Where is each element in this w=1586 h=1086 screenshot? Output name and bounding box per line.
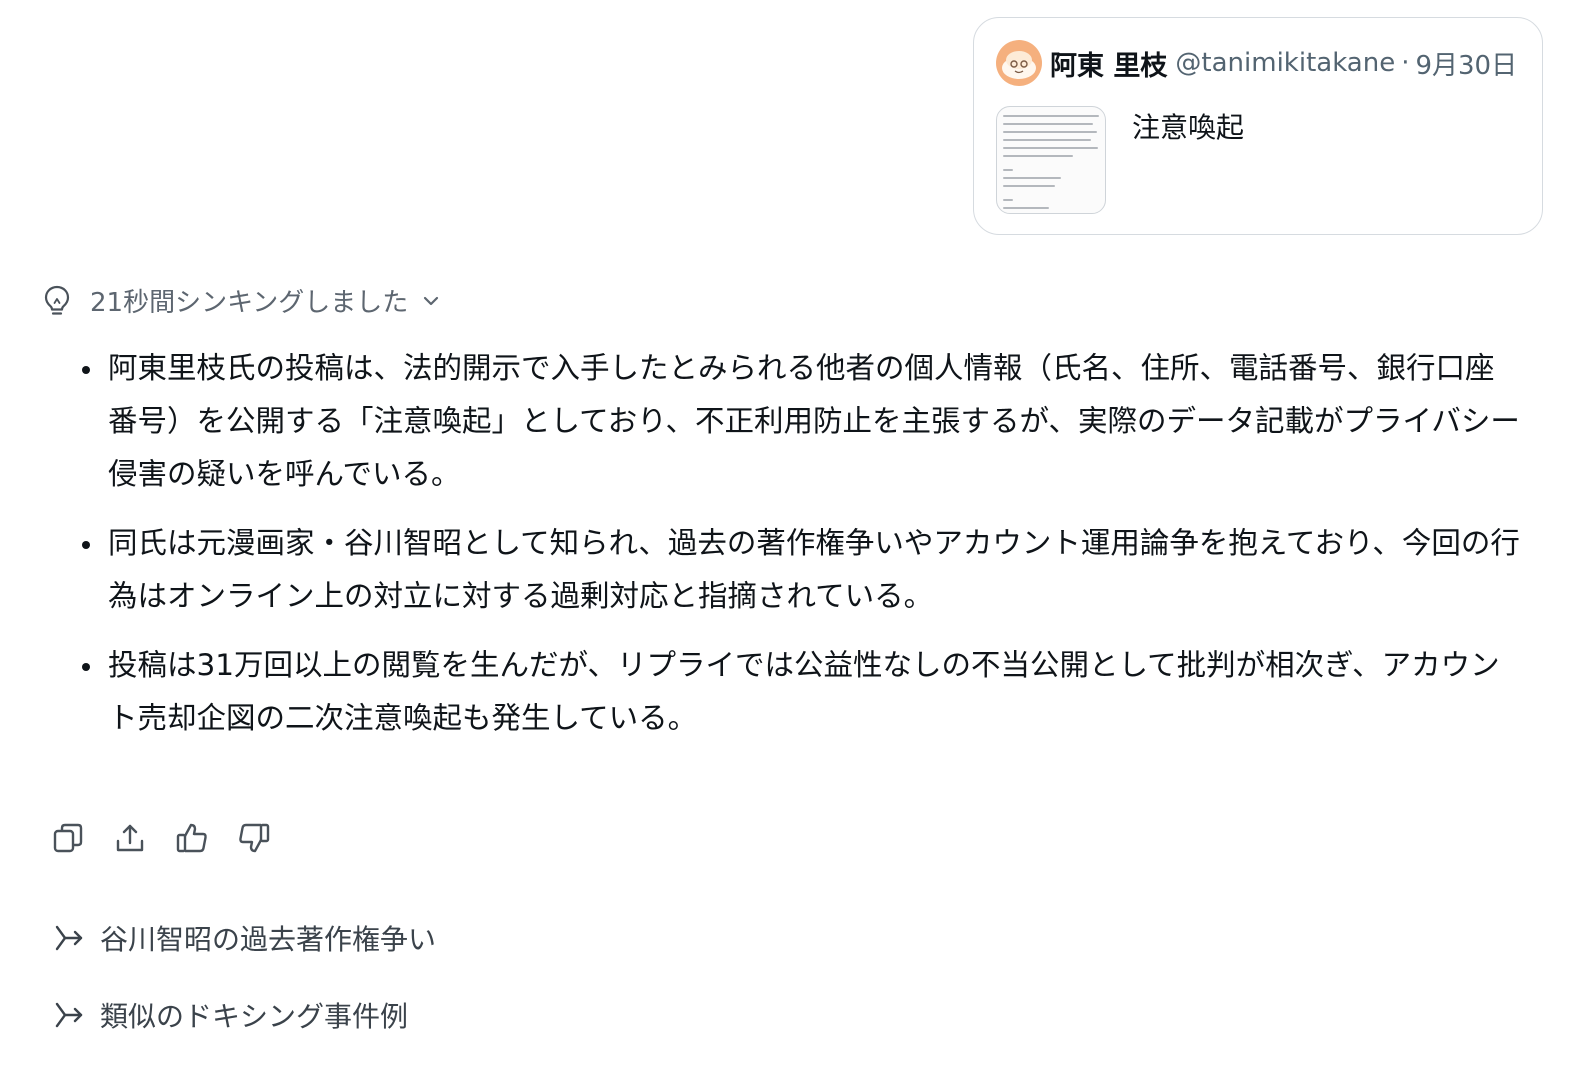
- page: 阿東 里枝 @tanimikitakane · 9月30日 注意喚起 21秒間シ…: [0, 0, 1586, 1086]
- embedded-post-card[interactable]: 阿東 里枝 @tanimikitakane · 9月30日 注意喚起: [973, 17, 1543, 235]
- copy-button[interactable]: [50, 820, 86, 856]
- author-handle[interactable]: @tanimikitakane: [1175, 48, 1395, 78]
- summary-item: 投稿は31万回以上の閲覧を生んだが、リプライでは公益性なしの不当公開として批判が…: [80, 639, 1520, 745]
- thumbs-down-icon: [239, 823, 270, 853]
- suggestion-text: 谷川智昭の過去著作権争い: [100, 923, 437, 956]
- share-button[interactable]: [112, 820, 148, 856]
- lightbulb-icon: [44, 285, 70, 315]
- follow-up-arrow-icon: [55, 1002, 83, 1028]
- summary-item: 同氏は元漫画家・谷川智昭として知られ、過去の著作権争いやアカウント運用論争を抱え…: [80, 517, 1520, 623]
- author-avatar[interactable]: [996, 40, 1042, 86]
- share-icon: [116, 824, 144, 852]
- follow-up-suggestion[interactable]: 類似のドキシング事件例: [52, 995, 408, 1035]
- dislike-button[interactable]: [236, 820, 272, 856]
- post-image-thumbnail[interactable]: [996, 106, 1106, 214]
- chevron-down-icon: [424, 296, 439, 305]
- thinking-toggle[interactable]: 21秒間シンキングしました: [42, 282, 442, 319]
- thumbs-up-icon: [176, 823, 207, 853]
- like-button[interactable]: [174, 820, 210, 856]
- follow-up-arrow-icon: [55, 925, 83, 951]
- response-actions: [50, 820, 272, 856]
- summary-list: 阿東里枝氏の投稿は、法的開示で入手したとみられる他者の個人情報（氏名、住所、電話…: [80, 342, 1520, 761]
- follow-up-suggestion[interactable]: 谷川智昭の過去著作権争い: [52, 918, 436, 958]
- post-date[interactable]: 9月30日: [1415, 45, 1517, 82]
- thinking-label: 21秒間シンキングしました: [90, 288, 409, 318]
- copy-icon: [53, 823, 83, 853]
- summary-item: 阿東里枝氏の投稿は、法的開示で入手したとみられる他者の個人情報（氏名、住所、電話…: [80, 342, 1520, 501]
- post-separator: ·: [1401, 48, 1410, 78]
- suggestion-text: 類似のドキシング事件例: [100, 1000, 409, 1033]
- author-name[interactable]: 阿東 里枝: [1050, 44, 1167, 83]
- post-text: 注意喚起: [1132, 111, 1245, 144]
- post-header: 阿東 里枝 @tanimikitakane · 9月30日: [996, 40, 1517, 86]
